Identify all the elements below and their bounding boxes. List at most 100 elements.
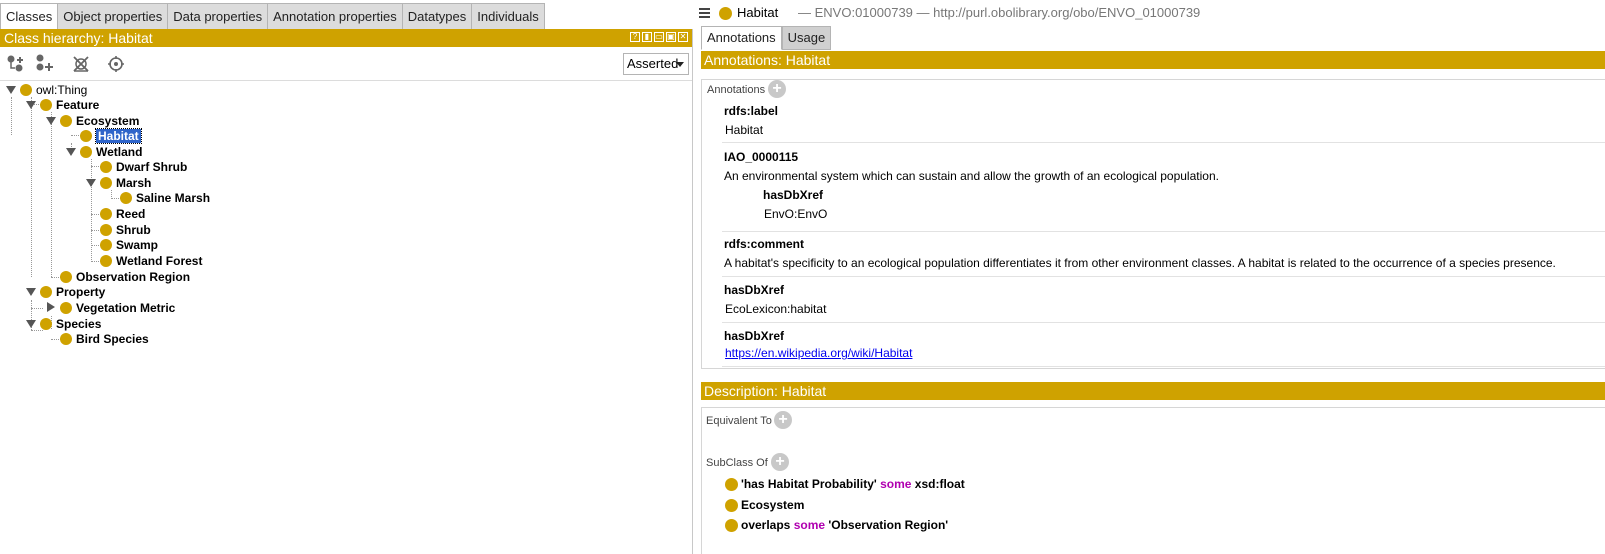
tab-datatypes[interactable]: Datatypes: [402, 3, 473, 30]
class-icon: [60, 301, 72, 314]
class-icon: [100, 254, 112, 267]
expand-toggle-icon[interactable]: [6, 82, 16, 97]
class-icon: [40, 285, 52, 298]
tree-node-observation-region[interactable]: Observation Region: [46, 269, 190, 284]
tree-node-owl-thing[interactable]: owl:Thing: [6, 82, 87, 97]
expand-toggle-icon[interactable]: [26, 97, 36, 112]
class-icon: [725, 518, 738, 532]
menu-icon[interactable]: [699, 8, 710, 20]
class-icon: [60, 270, 72, 283]
class-icon: [20, 83, 32, 96]
nested-annotation-value: EnvO:EnvO: [764, 207, 828, 221]
class-icon: [100, 207, 112, 220]
tree-node-ecosystem[interactable]: Ecosystem: [46, 113, 139, 128]
annotation-value: Habitat: [725, 123, 764, 137]
tree-node-vegetation-metric[interactable]: Vegetation Metric: [46, 300, 175, 315]
tab-classes[interactable]: Classes: [0, 3, 59, 30]
class-hierarchy-title: Class hierarchy: Habitat: [4, 30, 153, 46]
tree-node-label: owl:Thing: [36, 82, 88, 97]
tree-node-species[interactable]: Species: [26, 316, 101, 331]
expand-toggle-icon[interactable]: [46, 113, 56, 128]
class-icon: [40, 317, 52, 330]
expand-toggle-icon[interactable]: [66, 144, 76, 159]
tree-node-property[interactable]: Property: [26, 284, 105, 299]
add-sibling-icon[interactable]: [35, 54, 55, 74]
equivalent-to-label: Equivalent To: [706, 415, 772, 427]
tab-usage[interactable]: Usage: [781, 26, 832, 50]
tree-node-reed[interactable]: Reed: [86, 206, 145, 221]
annotation-property: hasDbXref: [724, 283, 785, 297]
find-icon[interactable]: [106, 54, 126, 74]
entity-header: Habitat — ENVO:01000739 — http://purl.ob…: [697, 0, 1605, 26]
annotation-value: An environmental system which can sustai…: [724, 169, 1219, 183]
superclass-property: overlaps: [741, 518, 791, 532]
annotation-link[interactable]: https://en.wikipedia.org/wiki/Habitat: [725, 346, 912, 360]
superclass-row[interactable]: overlaps some 'Observation Region': [725, 517, 948, 533]
tab-annotations[interactable]: Annotations: [701, 26, 782, 50]
annotation-value: EcoLexicon:habitat: [725, 302, 827, 316]
description-header: Description: Habitat: [701, 382, 1605, 400]
add-annotation-button[interactable]: +: [768, 80, 786, 98]
tree-node-shrub[interactable]: Shrub: [86, 222, 151, 237]
class-icon: [80, 129, 92, 142]
annotation-property: hasDbXref: [724, 329, 785, 343]
tree-node-bird-species[interactable]: Bird Species: [46, 331, 149, 346]
class-icon: [725, 477, 738, 491]
class-icon: [60, 332, 72, 345]
expand-toggle-icon[interactable]: [86, 175, 96, 190]
tree-node-wetland[interactable]: Wetland: [66, 144, 142, 159]
tree-node-label: Marsh: [116, 175, 152, 190]
tree-node-label: Observation Region: [76, 269, 191, 284]
add-subclass-icon[interactable]: [6, 54, 26, 74]
minimize-button[interactable]: ▭: [654, 32, 664, 42]
entity-iri: — ENVO:01000739 — http://purl.obolibrary…: [798, 5, 1201, 20]
tree-node-feature[interactable]: Feature: [26, 97, 99, 112]
hierarchy-mode-dropdown[interactable]: Asserted: [623, 53, 689, 75]
tree-node-label: Swamp: [116, 237, 159, 252]
annotation-property: rdfs:comment: [724, 237, 805, 251]
pin-button[interactable]: ▮: [642, 32, 652, 42]
add-equivalent-button[interactable]: +: [774, 411, 792, 429]
tree-node-label: Bird Species: [76, 331, 149, 346]
tree-node-wetland-forest[interactable]: Wetland Forest: [86, 253, 202, 268]
class-icon: [100, 238, 112, 251]
tree-node-label: Vegetation Metric: [76, 300, 176, 315]
class-icon: [80, 145, 92, 158]
tab-annotation-properties[interactable]: Annotation properties: [268, 3, 403, 30]
maximize-button[interactable]: ▣: [666, 32, 676, 42]
class-icon: [40, 98, 52, 111]
superclass-filler: 'Observation Region': [828, 518, 949, 532]
tab-data-properties[interactable]: Data properties: [168, 3, 269, 30]
entity-title: Habitat: [737, 5, 779, 20]
tree-node-dwarf-shrub[interactable]: Dwarf Shrub: [86, 159, 187, 174]
tab-object-properties[interactable]: Object properties: [58, 3, 169, 30]
restriction-keyword: some: [793, 518, 826, 532]
add-superclass-button[interactable]: +: [771, 453, 789, 471]
expand-toggle-icon[interactable]: [26, 316, 36, 331]
subclass-of-label: SubClass Of: [706, 457, 768, 469]
annotations-panel: [701, 79, 1605, 369]
tree-node-habitat[interactable]: Habitat: [66, 127, 142, 144]
annotation-property: IAO_0000115: [724, 150, 799, 164]
superclass-row[interactable]: 'has Habitat Probability' some xsd:float: [725, 476, 965, 492]
collapsed-toggle-icon[interactable]: [46, 300, 56, 315]
tree-node-label: Species: [56, 316, 102, 331]
tab-individuals[interactable]: Individuals: [472, 3, 545, 30]
tree-node-label: Wetland: [96, 144, 143, 159]
class-hierarchy-header: Class hierarchy: Habitat ? ▮ ▭ ▣ ✕: [0, 29, 692, 47]
class-icon: [719, 7, 732, 20]
tree-node-swamp[interactable]: Swamp: [86, 237, 158, 252]
tree-node-label: Property: [56, 284, 106, 299]
entity-tab-strip: Annotations Usage: [701, 26, 832, 50]
class-tree: owl:Thing Feature Ecosystem Habitat Wetl…: [0, 80, 692, 554]
chevron-down-icon: [676, 62, 684, 67]
delete-class-icon[interactable]: [71, 54, 91, 74]
help-button[interactable]: ?: [630, 32, 640, 42]
superclass-row[interactable]: Ecosystem: [725, 497, 804, 513]
tree-node-marsh[interactable]: Marsh: [86, 175, 151, 190]
close-button[interactable]: ✕: [678, 32, 688, 42]
tree-node-label: Saline Marsh: [136, 190, 211, 205]
tree-node-saline-marsh[interactable]: Saline Marsh: [106, 190, 210, 205]
tree-node-label: Dwarf Shrub: [116, 159, 188, 174]
expand-toggle-icon[interactable]: [26, 284, 36, 299]
